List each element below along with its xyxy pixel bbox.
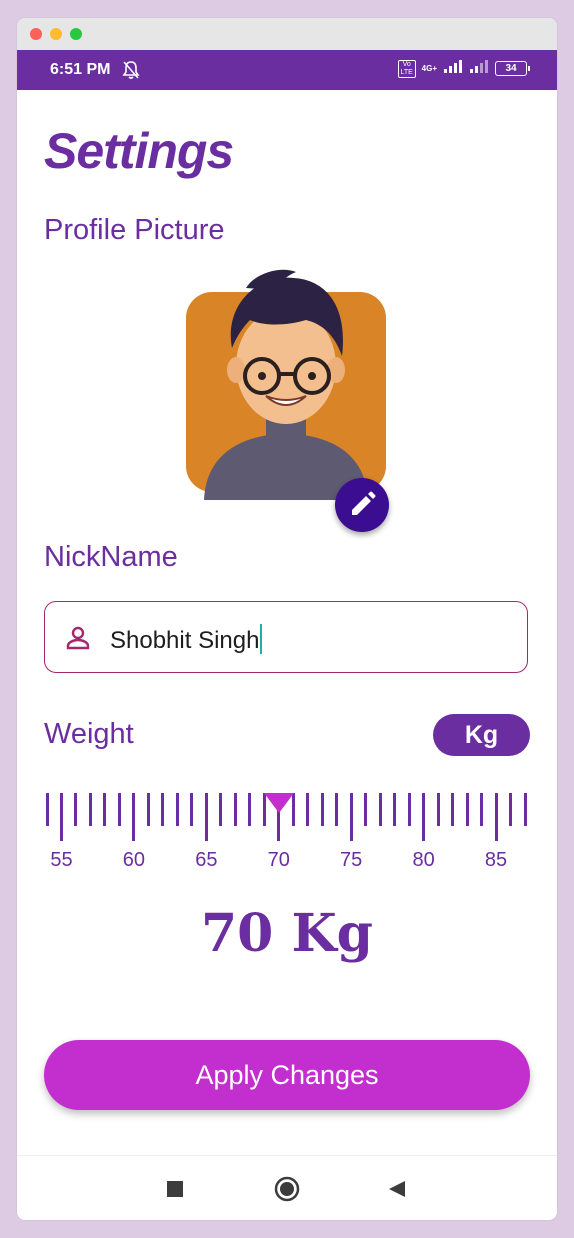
app-window: 6:51 PM Vo LTE 4G+ 34 Settings Profile P… <box>17 18 557 1220</box>
signal-icon-2 <box>469 59 489 78</box>
signal-icon <box>443 59 463 78</box>
ruler-tick <box>451 793 455 826</box>
ruler-tick <box>74 793 78 826</box>
status-bar: 6:51 PM Vo LTE 4G+ 34 <box>17 50 557 90</box>
ruler-tick-label: 60 <box>122 849 146 871</box>
ruler-tick <box>248 793 252 826</box>
ruler-tick <box>306 793 310 826</box>
battery-icon: 34 <box>495 61 530 76</box>
ruler-tick <box>132 793 136 841</box>
ruler-tick <box>117 793 121 826</box>
status-icons: Vo LTE 4G+ 34 <box>397 59 530 78</box>
ruler-tick <box>146 793 150 826</box>
profile-picture-label: Profile Picture <box>44 214 225 246</box>
ruler-tick <box>161 793 165 826</box>
ruler-tick <box>45 793 49 826</box>
ruler-tick <box>465 793 469 826</box>
ruler-tick <box>233 793 237 826</box>
ruler-tick <box>349 793 353 841</box>
ruler-tick <box>364 793 368 826</box>
ruler-tick <box>407 793 411 826</box>
ruler-tick <box>59 793 63 841</box>
nickname-field[interactable]: Shobhit Singh <box>44 601 528 673</box>
ruler-tick-label: 80 <box>412 849 435 871</box>
ruler-tick <box>393 793 397 826</box>
status-time: 6:51 PM <box>50 61 111 78</box>
weight-label: Weight <box>44 718 134 750</box>
bell-off-icon <box>122 60 140 85</box>
ruler-tick-label: 85 <box>484 849 508 871</box>
ruler-tick <box>219 793 223 826</box>
page-title: Settings <box>44 123 234 179</box>
ruler-tick <box>422 793 426 841</box>
apply-changes-button[interactable]: Apply Changes <box>44 1040 530 1110</box>
nickname-value-wrap: Shobhit Singh <box>110 624 263 655</box>
pencil-icon <box>352 491 376 515</box>
ruler-tick <box>320 793 324 826</box>
unit-toggle-button[interactable]: Kg <box>433 714 530 756</box>
window-titlebar <box>17 18 557 50</box>
ruler-tick <box>378 793 382 826</box>
nickname-value: Shobhit Singh <box>110 627 260 654</box>
ruler-pointer[interactable] <box>263 793 294 813</box>
ruler-tick <box>523 793 527 826</box>
recent-apps-icon[interactable] <box>167 1181 183 1202</box>
ruler-tick <box>480 793 484 826</box>
text-caret <box>260 624 263 654</box>
nickname-label: NickName <box>44 541 178 573</box>
ruler-tick-label: 65 <box>195 849 218 871</box>
minimize-window-button[interactable] <box>50 28 62 40</box>
ruler-tick <box>494 793 498 841</box>
home-icon[interactable] <box>274 1176 300 1207</box>
weight-display: 70 Kg <box>200 903 374 964</box>
navigation-bar <box>17 1155 557 1220</box>
network-type: 4G+ <box>421 64 437 73</box>
ruler-tick-label: 55 <box>50 849 73 871</box>
edit-avatar-button[interactable] <box>335 478 389 532</box>
ruler-tick-label: 70 <box>267 849 290 871</box>
maximize-window-button[interactable] <box>70 28 82 40</box>
ruler-tick-label: 75 <box>340 849 363 871</box>
ruler-tick <box>190 793 194 826</box>
back-icon[interactable] <box>388 1180 406 1203</box>
ruler-tick <box>335 793 339 826</box>
close-window-button[interactable] <box>30 28 42 40</box>
ruler-tick <box>204 793 208 841</box>
ruler-tick <box>509 793 512 826</box>
ruler-tick <box>88 793 92 826</box>
weight-ruler-slider[interactable]: 55 60 65 70 75 80 85 <box>44 793 530 883</box>
ruler-tick <box>175 793 179 826</box>
volte-badge: Vo LTE <box>397 59 416 78</box>
ruler-tick <box>103 793 107 826</box>
person-icon <box>65 626 91 655</box>
ruler-tick <box>436 793 440 826</box>
